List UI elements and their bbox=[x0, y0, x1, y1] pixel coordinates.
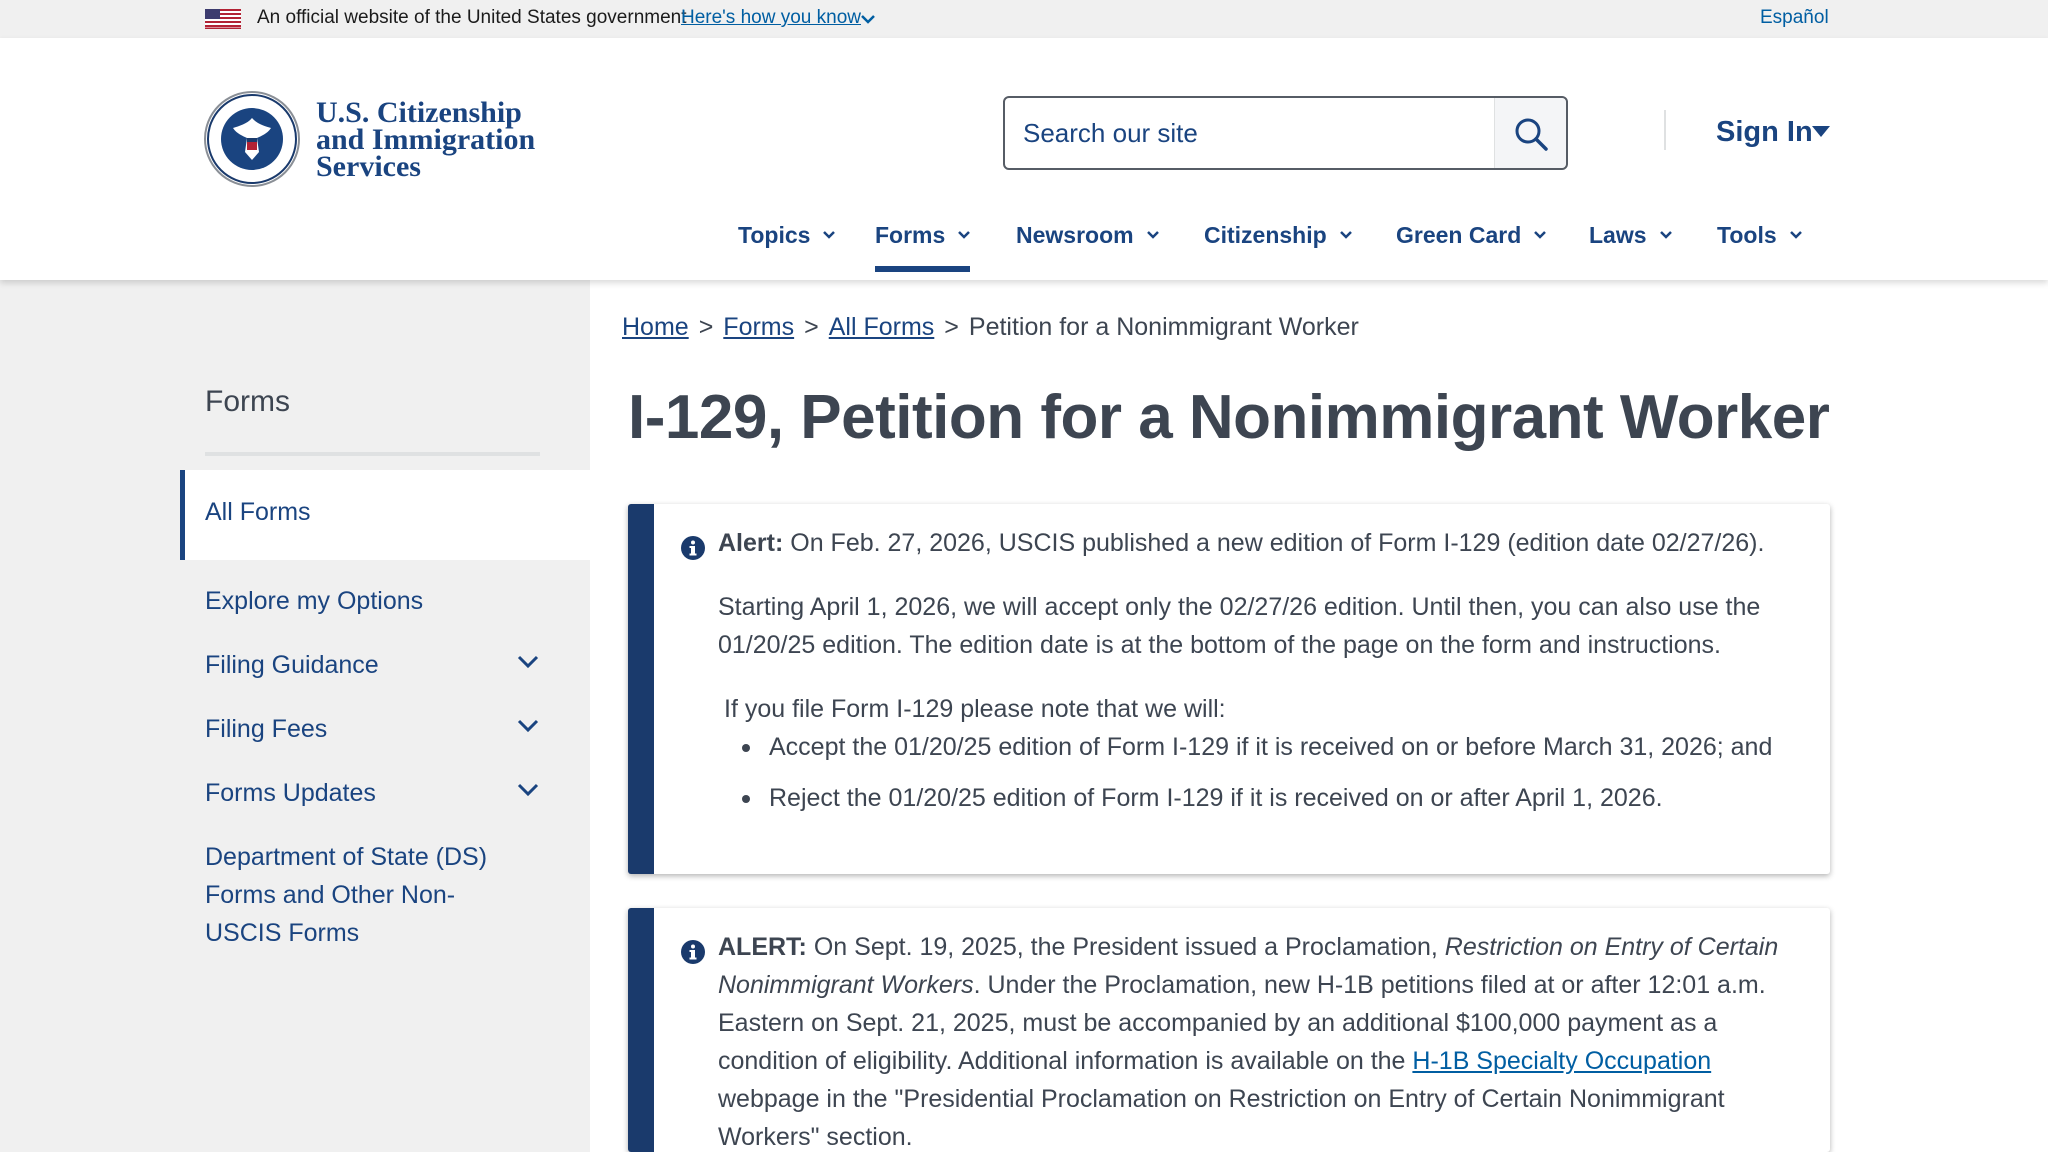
breadcrumb-separator: > bbox=[944, 313, 959, 341]
nav-citizenship[interactable]: Citizenship bbox=[1204, 222, 1353, 272]
sidebar-item-label-line: Forms and Other Non- bbox=[205, 881, 456, 909]
chevron-down-icon[interactable] bbox=[858, 9, 878, 29]
nav-green-card[interactable]: Green Card bbox=[1396, 222, 1547, 272]
breadcrumb-separator: > bbox=[698, 313, 714, 341]
caret-down-icon[interactable] bbox=[1812, 126, 1830, 138]
sidebar: Forms All Forms Explore my Options Filin… bbox=[0, 280, 590, 1152]
alert-text: On Feb. 27, 2026, USCIS published a new … bbox=[790, 529, 1765, 557]
search-icon bbox=[1515, 118, 1548, 151]
alert-text: On Sept. 19, 2025, the President issued … bbox=[813, 933, 1445, 961]
uscis-logo-text[interactable]: U.S. Citizenship and Immigration Service… bbox=[316, 96, 536, 183]
how-you-know-link[interactable]: Here's how you know bbox=[681, 7, 861, 29]
nav-newsroom[interactable]: Newsroom bbox=[1016, 222, 1160, 272]
breadcrumb: Home > Forms > All Forms > Petition for a Noni… bbox=[622, 313, 1359, 342]
chevron-down-icon bbox=[958, 231, 971, 239]
site-header: U.S. Citizenship and Immigration Service… bbox=[0, 38, 2048, 280]
alert-paragraph: Starting April 1, 2026, we will accept o… bbox=[718, 593, 1761, 659]
sidebar-divider bbox=[205, 452, 540, 456]
chevron-down-icon[interactable] bbox=[516, 718, 540, 734]
alert-edition: Alert: On Feb. 27, 2026, USCIS published… bbox=[628, 504, 1830, 874]
chevron-down-icon bbox=[1146, 231, 1159, 239]
info-icon bbox=[681, 940, 705, 964]
sidebar-item-label-line: Department of State (DS) bbox=[205, 843, 488, 871]
language-link[interactable]: Español bbox=[1760, 7, 1829, 29]
logo-line-1: U.S. Citizenship bbox=[316, 96, 522, 129]
chevron-down-icon[interactable] bbox=[516, 782, 540, 798]
nav-active-indicator bbox=[875, 266, 970, 272]
sidebar-item-filing-guidance[interactable]: Filing Guidance bbox=[205, 646, 379, 684]
alert-body: Alert: On Feb. 27, 2026, USCIS published… bbox=[718, 524, 1802, 830]
list-item: Reject the 01/20/25 edition of Form I-12… bbox=[718, 779, 1802, 817]
chevron-down-icon bbox=[823, 231, 836, 239]
chevron-down-icon bbox=[1339, 231, 1352, 239]
breadcrumb-forms[interactable]: Forms bbox=[723, 313, 794, 341]
list-item: Accept the 01/20/25 edition of Form I-12… bbox=[718, 728, 1802, 766]
nav-label: Tools bbox=[1717, 222, 1777, 248]
search-button[interactable] bbox=[1494, 98, 1566, 168]
breadcrumb-separator: > bbox=[804, 313, 819, 341]
logo-line-2: and Immigration bbox=[316, 123, 536, 156]
nav-label: Laws bbox=[1589, 222, 1647, 248]
alert-label: Alert: bbox=[718, 529, 784, 557]
alert-intro: If you file Form I-129 please note that … bbox=[724, 695, 1226, 723]
sidebar-item-label-line: USCIS Forms bbox=[205, 919, 360, 947]
search-input[interactable] bbox=[1005, 98, 1495, 168]
logo-line-3: Services bbox=[316, 150, 421, 183]
us-flag-icon bbox=[205, 9, 241, 29]
gov-banner: An official website of the United States… bbox=[0, 0, 2048, 38]
page-title: I-129, Petition for a Nonimmigrant Worke… bbox=[628, 383, 1830, 452]
gov-banner-text: An official website of the United States… bbox=[257, 7, 687, 28]
sidebar-title: Forms bbox=[205, 385, 290, 418]
chevron-down-icon bbox=[1534, 231, 1547, 239]
breadcrumb-home[interactable]: Home bbox=[622, 313, 689, 341]
alert-text: webpage in the "Presidential Proclamatio… bbox=[718, 1085, 1725, 1151]
breadcrumb-current: Petition for a Nonimmigrant Worker bbox=[968, 313, 1359, 341]
chevron-down-icon bbox=[1789, 231, 1802, 239]
chevron-down-icon bbox=[1659, 231, 1672, 239]
nav-label: Topics bbox=[738, 222, 811, 248]
chevron-down-icon[interactable] bbox=[516, 654, 540, 670]
nav-forms[interactable]: Forms bbox=[875, 222, 971, 272]
sidebar-item-label: All Forms bbox=[205, 498, 311, 526]
alert-body: ALERT: On Sept. 19, 2025, the President … bbox=[718, 928, 1802, 1152]
sidebar-item-forms-updates[interactable]: Forms Updates bbox=[205, 774, 376, 812]
search-box bbox=[1003, 96, 1568, 170]
nav-tools[interactable]: Tools bbox=[1717, 222, 1803, 272]
header-divider bbox=[1664, 110, 1666, 150]
nav-label: Newsroom bbox=[1016, 222, 1134, 248]
alert-proclamation: ALERT: On Sept. 19, 2025, the President … bbox=[628, 908, 1830, 1152]
nav-laws[interactable]: Laws bbox=[1589, 222, 1673, 272]
sidebar-item-filing-fees[interactable]: Filing Fees bbox=[205, 710, 327, 748]
info-icon bbox=[681, 536, 705, 560]
breadcrumb-all-forms[interactable]: All Forms bbox=[829, 313, 935, 341]
sidebar-item-explore-options[interactable]: Explore my Options bbox=[205, 582, 423, 620]
sign-in-button[interactable]: Sign In bbox=[1716, 116, 1813, 149]
sidebar-item-ds-forms[interactable]: Department of State (DS) Forms and Other… bbox=[205, 838, 487, 952]
sidebar-item-all-forms[interactable]: All Forms bbox=[180, 470, 590, 560]
nav-label: Citizenship bbox=[1204, 222, 1327, 248]
nav-label: Green Card bbox=[1396, 222, 1522, 248]
nav-label: Forms bbox=[875, 222, 946, 248]
nav-topics[interactable]: Topics bbox=[738, 222, 836, 272]
alert-list: Accept the 01/20/25 edition of Form I-12… bbox=[718, 728, 1802, 817]
main-nav: Topics Forms Newsroom Citizenship Green … bbox=[0, 222, 2048, 278]
dhs-seal-icon[interactable] bbox=[203, 90, 301, 188]
alert-label: ALERT: bbox=[718, 933, 807, 961]
h1b-specialty-link[interactable]: H-1B Specialty Occupation bbox=[1412, 1047, 1711, 1075]
